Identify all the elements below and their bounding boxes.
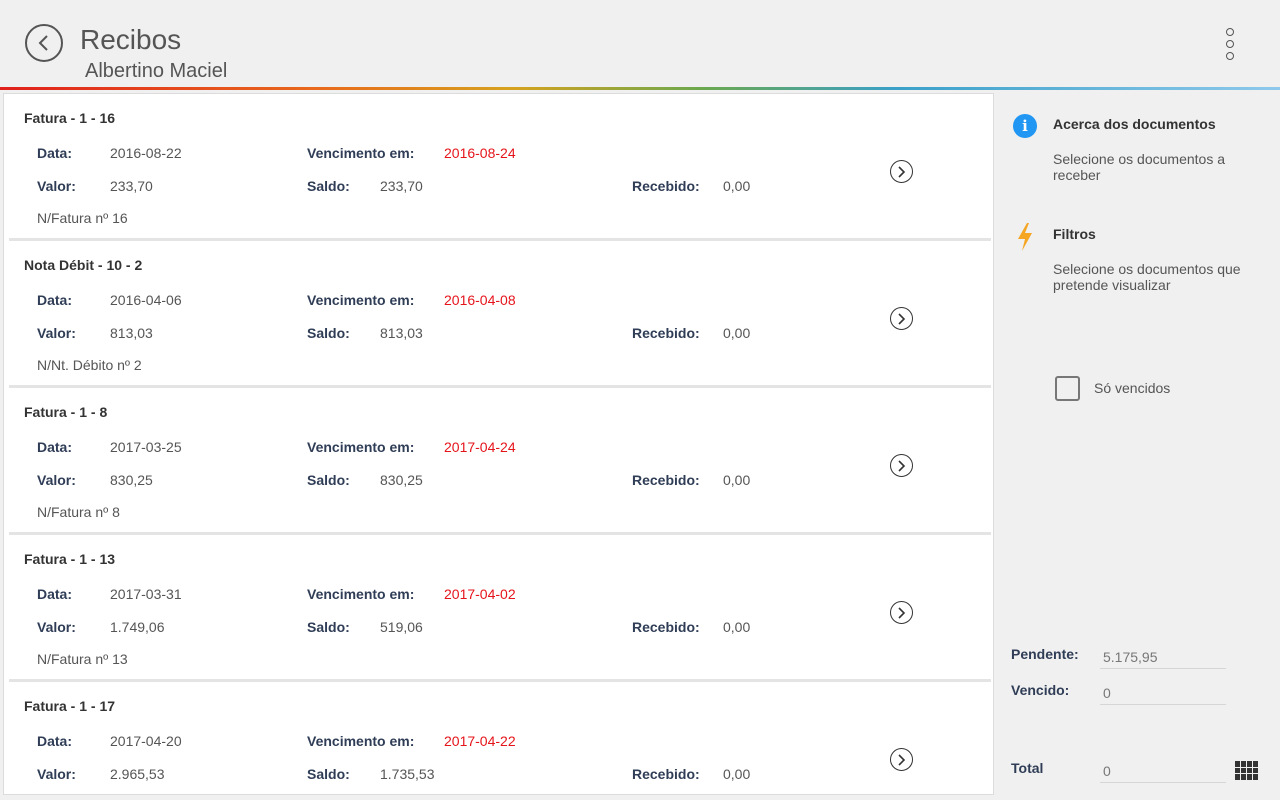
keypad-icon[interactable]	[1235, 761, 1258, 780]
vencimento-value: 2017-04-02	[444, 586, 516, 602]
document-card[interactable]: Fatura - 1 - 17 Data: 2017-04-20 Vencime…	[9, 682, 991, 794]
documents-list[interactable]: Fatura - 1 - 16 Data: 2016-08-22 Vencime…	[3, 93, 994, 795]
open-document-button[interactable]	[890, 160, 913, 183]
document-title: Fatura - 1 - 17	[24, 698, 116, 714]
vencimento-label: Vencimento em:	[307, 733, 415, 749]
saldo-label: Saldo:	[307, 325, 350, 341]
saldo-value: 233,70	[380, 178, 423, 194]
open-document-button[interactable]	[890, 601, 913, 624]
more-vert-icon[interactable]	[1216, 26, 1244, 62]
about-text: Selecione os documentos a receber	[1053, 151, 1225, 183]
chevron-right-icon	[898, 459, 906, 472]
recebido-value: 0,00	[723, 619, 751, 635]
recebido-value: 0,00	[723, 178, 751, 194]
vencimento-label: Vencimento em:	[307, 292, 415, 308]
back-button[interactable]	[25, 24, 63, 62]
data-label: Data:	[37, 439, 73, 455]
valor-label: Valor:	[37, 472, 76, 488]
lightning-icon	[1018, 223, 1032, 251]
recebido-label: Recebido:	[632, 178, 700, 194]
data-value: 2017-03-25	[110, 439, 182, 455]
filters-text: Selecione os documentos que pretende vis…	[1053, 261, 1241, 293]
only-overdue-checkbox[interactable]	[1055, 376, 1080, 401]
data-value: 2016-04-06	[110, 292, 182, 308]
document-card[interactable]: Fatura - 1 - 8 Data: 2017-03-25 Vencimen…	[9, 388, 991, 535]
document-note: N/Fatura nº 8	[37, 504, 120, 520]
document-card[interactable]: Fatura - 1 - 13 Data: 2017-03-31 Vencime…	[9, 535, 991, 682]
open-document-button[interactable]	[890, 748, 913, 771]
valor-value: 830,25	[110, 472, 153, 488]
page-title: Recibos	[80, 24, 182, 55]
recebido-label: Recebido:	[632, 766, 700, 782]
accent-bar	[0, 87, 1280, 90]
info-icon: i	[1013, 114, 1037, 138]
data-label: Data:	[37, 733, 73, 749]
vencimento-label: Vencimento em:	[307, 145, 415, 161]
vencido-field: 0	[1100, 681, 1226, 705]
saldo-value: 1.735,53	[380, 766, 435, 782]
recebido-label: Recebido:	[632, 472, 700, 488]
filters-title: Filtros	[1053, 226, 1096, 242]
saldo-value: 830,25	[380, 472, 423, 488]
recebido-value: 0,00	[723, 766, 751, 782]
recebido-label: Recebido:	[632, 325, 700, 341]
document-note: N/Fatura nº 16	[37, 210, 128, 226]
data-label: Data:	[37, 586, 73, 602]
valor-label: Valor:	[37, 178, 76, 194]
pendente-label: Pendente:	[1011, 646, 1079, 662]
vencimento-value: 2016-04-08	[444, 292, 516, 308]
vencimento-value: 2017-04-22	[444, 733, 516, 749]
chevron-right-icon	[898, 753, 906, 766]
open-document-button[interactable]	[890, 307, 913, 330]
saldo-label: Saldo:	[307, 472, 350, 488]
document-title: Nota Débit - 10 - 2	[24, 257, 143, 273]
valor-label: Valor:	[37, 325, 76, 341]
chevron-right-icon	[898, 165, 906, 178]
vencimento-label: Vencimento em:	[307, 586, 415, 602]
data-value: 2016-08-22	[110, 145, 182, 161]
open-document-button[interactable]	[890, 454, 913, 477]
about-title: Acerca dos documentos	[1053, 116, 1216, 132]
valor-value: 233,70	[110, 178, 153, 194]
back-arrow-icon	[38, 35, 48, 51]
valor-value: 2.965,53	[110, 766, 165, 782]
app-header: Recibos Albertino Maciel	[0, 0, 1280, 88]
data-label: Data:	[37, 145, 73, 161]
only-overdue-label: Só vencidos	[1094, 380, 1171, 396]
valor-value: 1.749,06	[110, 619, 165, 635]
vencimento-value: 2017-04-24	[444, 439, 516, 455]
document-title: Fatura - 1 - 13	[24, 551, 116, 567]
document-card[interactable]: Fatura - 1 - 16 Data: 2016-08-22 Vencime…	[9, 94, 991, 241]
data-value: 2017-03-31	[110, 586, 182, 602]
valor-value: 813,03	[110, 325, 153, 341]
chevron-right-icon	[898, 606, 906, 619]
vencido-label: Vencido:	[1011, 682, 1070, 698]
data-label: Data:	[37, 292, 73, 308]
document-card[interactable]: Nota Débit - 10 - 2 Data: 2016-04-06 Ven…	[9, 241, 991, 388]
saldo-value: 813,03	[380, 325, 423, 341]
pendente-field: 5.175,95	[1100, 645, 1226, 669]
recebido-value: 0,00	[723, 325, 751, 341]
document-note: N/Fatura nº 13	[37, 651, 128, 667]
chevron-right-icon	[898, 312, 906, 325]
client-name: Albertino Maciel	[85, 60, 228, 82]
saldo-label: Saldo:	[307, 766, 350, 782]
valor-label: Valor:	[37, 619, 76, 635]
saldo-value: 519,06	[380, 619, 423, 635]
recebido-value: 0,00	[723, 472, 751, 488]
vencimento-value: 2016-08-24	[444, 145, 516, 161]
total-field[interactable]: 0	[1100, 759, 1226, 783]
document-title: Fatura - 1 - 16	[24, 110, 116, 126]
document-note: N/Nt. Débito nº 2	[37, 357, 142, 373]
recebido-label: Recebido:	[632, 619, 700, 635]
valor-label: Valor:	[37, 766, 76, 782]
vencimento-label: Vencimento em:	[307, 439, 415, 455]
saldo-label: Saldo:	[307, 619, 350, 635]
saldo-label: Saldo:	[307, 178, 350, 194]
total-label: Total	[1011, 760, 1044, 776]
document-title: Fatura - 1 - 8	[24, 404, 108, 420]
data-value: 2017-04-20	[110, 733, 182, 749]
